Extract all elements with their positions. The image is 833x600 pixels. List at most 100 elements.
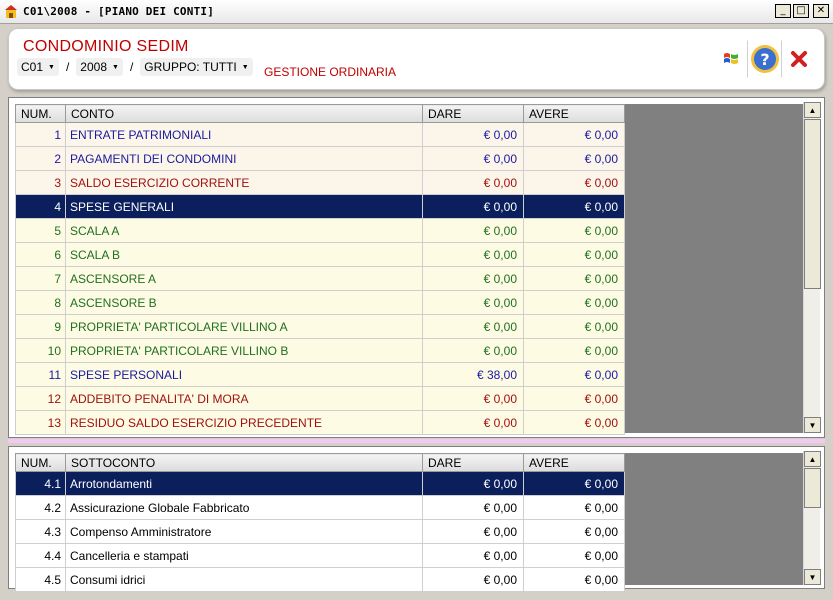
group-selector[interactable]: GRUPPO: TUTTI ▼ bbox=[140, 58, 253, 76]
table-row[interactable]: 2 PAGAMENTI DEI CONDOMINI € 0,00 € 0,00 bbox=[15, 146, 625, 171]
sottoconti-rows: 4.1 Arrotondamenti € 0,00 € 0,00 4.2 Assicura… bbox=[15, 471, 625, 592]
table-row[interactable]: 8 ASCENSORE B € 0,00 € 0,00 bbox=[15, 290, 625, 315]
conti-scrollbar[interactable]: ▲ ▼ bbox=[803, 102, 821, 433]
group-value: GRUPPO: TUTTI bbox=[144, 60, 237, 74]
sottoconti-header-row: NUM. SOTTOCONTO DARE AVERE bbox=[15, 453, 625, 472]
chevron-down-icon: ▼ bbox=[241, 63, 249, 71]
row-num: 2 bbox=[15, 146, 66, 171]
column-header-dare[interactable]: DARE bbox=[422, 453, 524, 472]
row-num: 4.1 bbox=[15, 471, 66, 496]
row-avere: € 0,00 bbox=[523, 266, 625, 291]
row-num: 8 bbox=[15, 290, 66, 315]
windows-button[interactable] bbox=[714, 40, 748, 78]
row-avere: € 0,00 bbox=[523, 194, 625, 219]
row-avere: € 0,00 bbox=[523, 338, 625, 363]
panel-splitter[interactable] bbox=[8, 439, 825, 443]
column-header-avere[interactable]: AVERE bbox=[523, 104, 625, 123]
conti-table: NUM. CONTO DARE AVERE 1 ENTRATE PATRIMONI… bbox=[15, 104, 625, 435]
row-avere: € 0,00 bbox=[523, 170, 625, 195]
sottoconti-scrollbar[interactable]: ▲ ▼ bbox=[803, 451, 821, 585]
row-avere: € 0,00 bbox=[523, 543, 625, 568]
row-num: 3 bbox=[15, 170, 66, 195]
header-toolbar: ? bbox=[714, 40, 816, 78]
table-row[interactable]: 4.1 Arrotondamenti € 0,00 € 0,00 bbox=[15, 471, 625, 496]
row-avere: € 0,00 bbox=[523, 218, 625, 243]
company-name: CONDOMINIO SEDIM bbox=[23, 38, 189, 55]
row-avere: € 0,00 bbox=[523, 386, 625, 411]
row-dare: € 0,00 bbox=[422, 194, 524, 219]
table-row[interactable]: 5 SCALA A € 0,00 € 0,00 bbox=[15, 218, 625, 243]
close-button[interactable] bbox=[782, 40, 816, 78]
table-row[interactable]: 4 SPESE GENERALI € 0,00 € 0,00 bbox=[15, 194, 625, 219]
table-row[interactable]: 3 SALDO ESERCIZIO CORRENTE € 0,00 € 0,00 bbox=[15, 170, 625, 195]
table-row[interactable]: 4.2 Assicurazione Globale Fabbricato € 0,0… bbox=[15, 495, 625, 520]
row-name: Consumi idrici bbox=[65, 567, 423, 592]
maximize-button[interactable]: □ bbox=[793, 4, 809, 18]
scroll-down-button[interactable]: ▼ bbox=[804, 569, 821, 585]
table-row[interactable]: 12 ADDEBITO PENALITA' DI MORA € 0,00 € 0,00 bbox=[15, 386, 625, 411]
table-row[interactable]: 6 SCALA B € 0,00 € 0,00 bbox=[15, 242, 625, 267]
row-num: 13 bbox=[15, 410, 66, 435]
row-avere: € 0,00 bbox=[523, 146, 625, 171]
close-icon bbox=[791, 51, 807, 67]
column-header-avere[interactable]: AVERE bbox=[523, 453, 625, 472]
row-avere: € 0,00 bbox=[523, 122, 625, 147]
sottoconti-panel: NUM. SOTTOCONTO DARE AVERE 4.1 Arrotondam… bbox=[8, 446, 825, 592]
row-name: SALDO ESERCIZIO CORRENTE bbox=[65, 170, 423, 195]
minimize-button[interactable]: _ bbox=[775, 4, 791, 18]
row-dare: € 0,00 bbox=[422, 266, 524, 291]
header-panel: CONDOMINIO SEDIM C01 ▼ / 2008 ▼ / GRUPPO… bbox=[8, 28, 825, 90]
title-bar: C01\2008 - [PIANO DEI CONTI] _ □ ✕ bbox=[0, 0, 833, 24]
table-row[interactable]: 7 ASCENSORE A € 0,00 € 0,00 bbox=[15, 266, 625, 291]
help-button[interactable]: ? bbox=[748, 40, 782, 78]
row-num: 4 bbox=[15, 194, 66, 219]
table-row[interactable]: 11 SPESE PERSONALI € 38,00 € 0,00 bbox=[15, 362, 625, 387]
table-row[interactable]: 10 PROPRIETA' PARTICOLARE VILLINO B € 0,00… bbox=[15, 338, 625, 363]
row-dare: € 0,00 bbox=[422, 471, 524, 496]
sottoconti-table: NUM. SOTTOCONTO DARE AVERE 4.1 Arrotondam… bbox=[15, 453, 625, 592]
scroll-down-button[interactable]: ▼ bbox=[804, 417, 821, 433]
table-row[interactable]: 4.3 Compenso Amministratore € 0,00 € 0,00 bbox=[15, 519, 625, 544]
row-dare: € 0,00 bbox=[422, 290, 524, 315]
help-icon: ? bbox=[751, 45, 779, 73]
row-num: 4.4 bbox=[15, 543, 66, 568]
column-header-num[interactable]: NUM. bbox=[15, 104, 66, 123]
row-name: SCALA B bbox=[65, 242, 423, 267]
table-row[interactable]: 9 PROPRIETA' PARTICOLARE VILLINO A € 0,00 €… bbox=[15, 314, 625, 339]
scroll-thumb[interactable] bbox=[804, 119, 821, 289]
row-name: Arrotondamenti bbox=[65, 471, 423, 496]
column-header-num[interactable]: NUM. bbox=[15, 453, 66, 472]
code-selector[interactable]: C01 ▼ bbox=[17, 58, 59, 76]
row-dare: € 38,00 bbox=[422, 362, 524, 387]
row-num: 4.3 bbox=[15, 519, 66, 544]
separator: / bbox=[65, 60, 70, 74]
row-num: 4.5 bbox=[15, 567, 66, 592]
row-dare: € 0,00 bbox=[422, 410, 524, 435]
row-name: ASCENSORE A bbox=[65, 266, 423, 291]
close-window-button[interactable]: ✕ bbox=[813, 4, 829, 18]
table-row[interactable]: 13 RESIDUO SALDO ESERCIZIO PRECEDENTE € 0,… bbox=[15, 410, 625, 435]
table-row[interactable]: 1 ENTRATE PATRIMONIALI € 0,00 € 0,00 bbox=[15, 122, 625, 147]
column-header-dare[interactable]: DARE bbox=[422, 104, 524, 123]
empty-grid-area bbox=[625, 104, 803, 433]
scroll-up-button[interactable]: ▲ bbox=[804, 102, 821, 118]
scroll-thumb[interactable] bbox=[804, 468, 821, 508]
row-num: 11 bbox=[15, 362, 66, 387]
window-controls: _ □ ✕ bbox=[775, 4, 829, 18]
scroll-up-button[interactable]: ▲ bbox=[804, 451, 821, 467]
row-num: 9 bbox=[15, 314, 66, 339]
column-header-conto[interactable]: CONTO bbox=[65, 104, 423, 123]
year-selector[interactable]: 2008 ▼ bbox=[76, 58, 123, 76]
column-header-sottoconto[interactable]: SOTTOCONTO bbox=[65, 453, 423, 472]
chevron-down-icon: ▼ bbox=[48, 63, 55, 71]
row-dare: € 0,00 bbox=[422, 170, 524, 195]
row-name: ASCENSORE B bbox=[65, 290, 423, 315]
table-row[interactable]: 4.4 Cancelleria e stampati € 0,00 € 0,00 bbox=[15, 543, 625, 568]
row-num: 1 bbox=[15, 122, 66, 147]
row-name: Cancelleria e stampati bbox=[65, 543, 423, 568]
context-selectors: C01 ▼ / 2008 ▼ / GRUPPO: TUTTI ▼ bbox=[17, 58, 253, 76]
row-name: ENTRATE PATRIMONIALI bbox=[65, 122, 423, 147]
empty-grid-area bbox=[625, 453, 803, 585]
row-avere: € 0,00 bbox=[523, 471, 625, 496]
table-row[interactable]: 4.5 Consumi idrici € 0,00 € 0,00 bbox=[15, 567, 625, 592]
